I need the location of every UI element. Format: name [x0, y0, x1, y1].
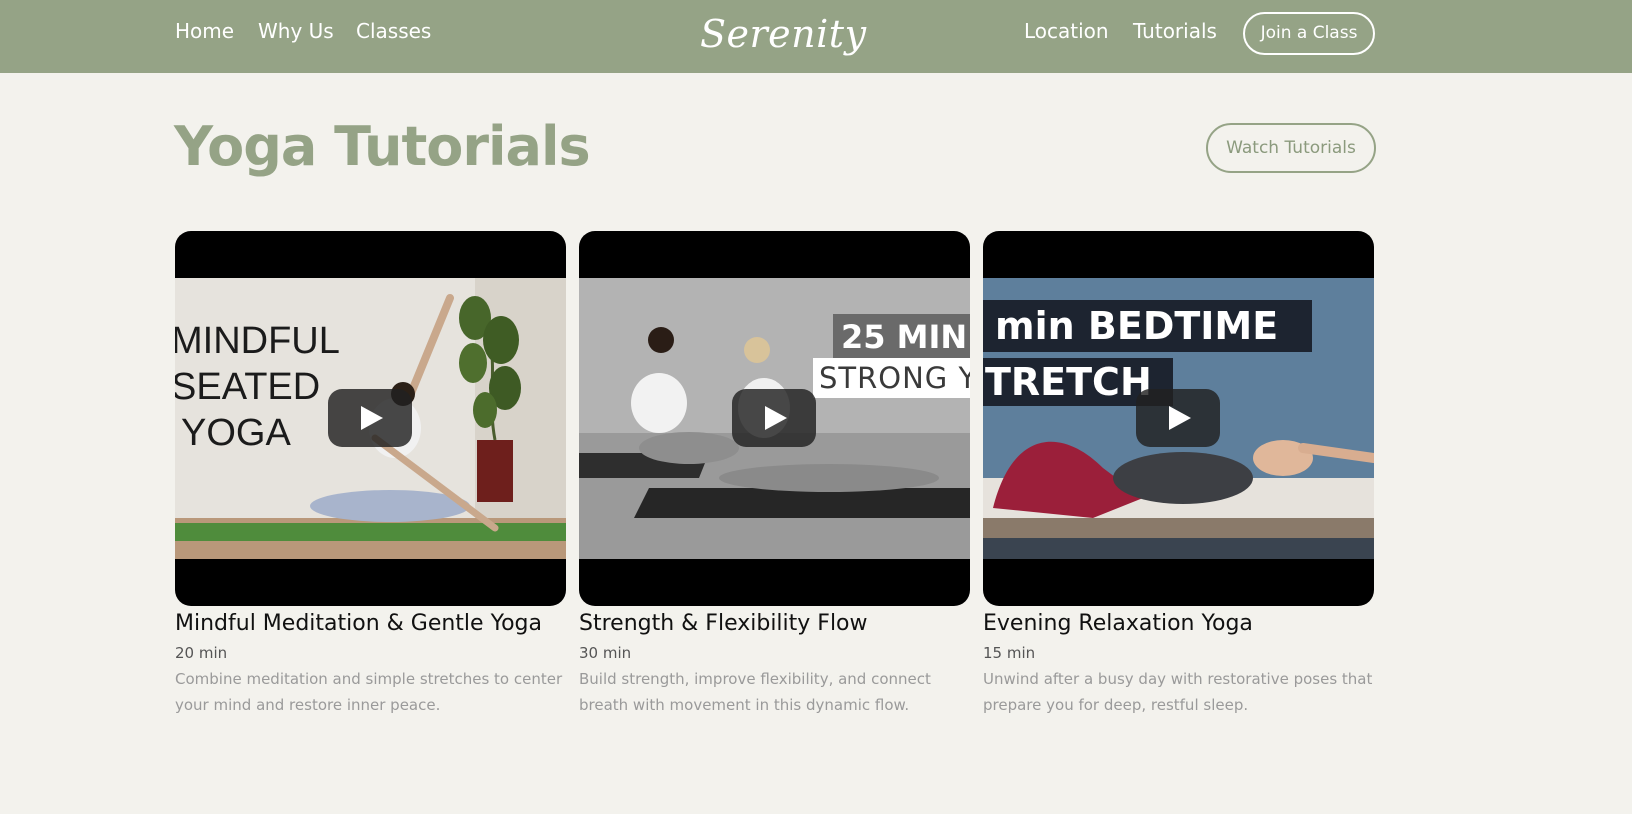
page-title: Yoga Tutorials [174, 115, 591, 178]
video-card: 25 MINUT STRONG YO Strength & Flexibilit… [579, 231, 970, 714]
video-description: Combine meditation and simple stretches … [175, 670, 563, 714]
watch-tutorials-button[interactable]: Watch Tutorials [1206, 123, 1376, 173]
video-card: MINDFUL SEATED YOGA Mindful Meditation &… [175, 231, 566, 714]
site-logo[interactable]: Serenity [700, 2, 866, 66]
video-duration: 30 min [579, 644, 632, 662]
join-class-button[interactable]: Join a Class [1243, 12, 1375, 55]
video-title[interactable]: Strength & Flexibility Flow [579, 609, 979, 639]
nav-why-us-link[interactable]: Why Us [258, 19, 334, 43]
play-icon[interactable] [732, 389, 816, 447]
video-duration: 20 min [175, 644, 228, 662]
play-icon[interactable] [1136, 389, 1220, 447]
video-description: Build strength, improve flexibility, and… [579, 670, 931, 714]
navbar: Home Why Us Classes Serenity Location Tu… [0, 0, 1632, 73]
play-icon[interactable] [328, 389, 412, 447]
video-duration: 15 min [983, 644, 1036, 662]
nav-location-link[interactable]: Location [1024, 19, 1109, 43]
video-player[interactable]: min BEDTIME TRETCH [983, 231, 1374, 606]
video-player[interactable]: 25 MINUT STRONG YO [579, 231, 970, 606]
thumbnail-caption: MINDFUL SEATED YOGA [175, 320, 340, 454]
video-title[interactable]: Mindful Meditation & Gentle Yoga [175, 609, 575, 639]
video-title[interactable]: Evening Relaxation Yoga [983, 609, 1383, 639]
nav-classes-link[interactable]: Classes [356, 19, 431, 43]
video-description: Unwind after a busy day with restorative… [983, 670, 1373, 714]
video-player[interactable]: MINDFUL SEATED YOGA [175, 231, 566, 606]
nav-home-link[interactable]: Home [175, 19, 234, 43]
video-card: min BEDTIME TRETCH Evening Relaxation Yo… [983, 231, 1374, 714]
nav-tutorials-link[interactable]: Tutorials [1133, 19, 1217, 43]
